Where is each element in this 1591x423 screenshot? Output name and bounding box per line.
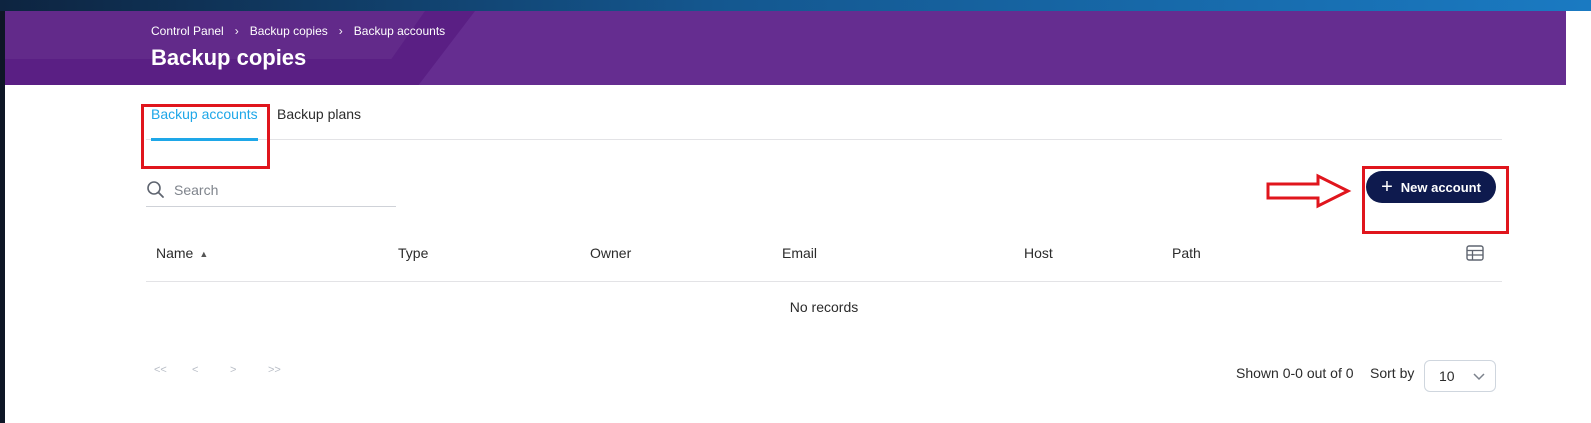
table-columns-icon[interactable] <box>1466 245 1484 261</box>
tab-bar: Backup accounts Backup plans <box>146 93 1502 141</box>
breadcrumb-separator-icon: › <box>234 24 239 38</box>
column-header-type[interactable]: Type <box>398 233 428 273</box>
search-input[interactable] <box>174 182 384 198</box>
tab-backup-plans[interactable]: Backup plans <box>277 93 361 140</box>
previous-page-button[interactable]: < <box>192 364 230 376</box>
column-header-name[interactable]: Name ▲ <box>156 233 208 274</box>
page-title: Backup copies <box>151 45 307 70</box>
search-icon <box>147 181 164 198</box>
page-size-select[interactable]: 10 <box>1424 360 1496 392</box>
browser-top-strip <box>0 0 1591 11</box>
sort-ascending-icon: ▲ <box>199 249 209 259</box>
breadcrumb-item-control-panel[interactable]: Control Panel <box>151 24 224 38</box>
column-header-email[interactable]: Email <box>782 233 817 273</box>
breadcrumb-separator-icon: › <box>338 24 343 38</box>
chevron-down-icon <box>1473 373 1485 381</box>
annotation-highlight-box-tab <box>141 104 270 169</box>
window-right-edge <box>1566 11 1591 423</box>
column-header-path[interactable]: Path <box>1172 233 1201 273</box>
breadcrumb-item-backup-copies[interactable]: Backup copies <box>250 24 328 38</box>
breadcrumb-item-backup-accounts: Backup accounts <box>353 24 446 38</box>
pagination-controls: << < > >> <box>154 364 306 376</box>
column-header-host[interactable]: Host <box>1024 233 1053 273</box>
next-page-button[interactable]: > <box>230 364 268 376</box>
app-window: Control Panel › Backup copies › Backup a… <box>5 11 1566 423</box>
first-page-button[interactable]: << <box>154 364 192 376</box>
column-header-owner[interactable]: Owner <box>590 233 631 273</box>
page-size-value: 10 <box>1439 368 1455 384</box>
last-page-button[interactable]: >> <box>268 364 306 376</box>
accounts-table: Name ▲ Type Owner Email Host Path No reco… <box>146 233 1502 334</box>
records-count-text: Shown 0-0 out of 0 <box>1236 365 1354 381</box>
breadcrumb: Control Panel › Backup copies › Backup a… <box>151 24 445 38</box>
annotation-highlight-box-button <box>1362 166 1509 234</box>
search-bar <box>146 174 396 207</box>
page-header: Control Panel › Backup copies › Backup a… <box>5 11 1566 85</box>
arrow-right-icon <box>1266 173 1352 209</box>
table-header: Name ▲ Type Owner Email Host Path <box>146 233 1502 282</box>
empty-state-text: No records <box>789 299 859 315</box>
sort-by-label: Sort by <box>1370 365 1415 381</box>
